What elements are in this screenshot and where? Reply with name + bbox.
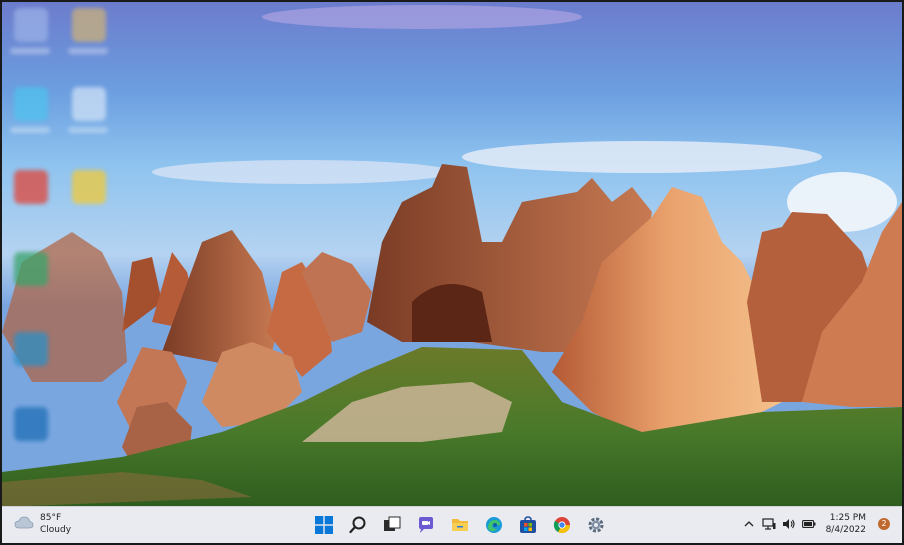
desktop-icon[interactable]: [14, 170, 48, 204]
search-button[interactable]: [345, 512, 371, 538]
desktop-icon[interactable]: [14, 8, 48, 42]
desktop-icon[interactable]: [14, 252, 48, 286]
edge-button[interactable]: [481, 512, 507, 538]
folder-icon: [452, 519, 468, 531]
teams-chat-button[interactable]: [413, 512, 439, 538]
desktop-icon[interactable]: [14, 332, 48, 366]
settings-button[interactable]: [583, 512, 609, 538]
desktop-icon[interactable]: [14, 407, 48, 441]
weather-condition: Cloudy: [40, 525, 72, 535]
cloud-icon: [14, 515, 34, 534]
notification-badge[interactable]: 2: [878, 518, 890, 530]
chevron-up-icon[interactable]: [742, 517, 756, 531]
battery-icon[interactable]: [801, 517, 816, 531]
desktop-icon[interactable]: [72, 8, 106, 42]
weather-temperature: 85°F: [40, 513, 62, 523]
desktop-wallpaper: [2, 2, 902, 507]
chrome-icon: [553, 517, 571, 534]
network-icon[interactable]: [761, 517, 776, 531]
clock-date: 8/4/2022: [825, 525, 866, 535]
windows-logo-icon: [315, 516, 333, 534]
desktop-icon-label: [68, 127, 108, 133]
desktop-icon[interactable]: [72, 170, 106, 204]
store-button[interactable]: [515, 512, 541, 538]
desktop-icon[interactable]: [14, 87, 48, 121]
file-explorer-button[interactable]: [447, 512, 473, 538]
chrome-button[interactable]: [549, 512, 575, 538]
clock-time: 1:25 PM: [829, 513, 866, 523]
taskbar-apps: [311, 512, 609, 538]
system-tray: 1:25 PM 8/4/2022 2: [742, 512, 890, 536]
desktop-icon-label: [10, 127, 50, 133]
volume-icon[interactable]: [782, 517, 796, 531]
edge-icon: [486, 517, 502, 533]
gear-icon: [588, 517, 604, 533]
desktop-screen: 85°F Cloudy 1:25 PM 8/4/2022 2: [0, 0, 904, 545]
clock[interactable]: 1:25 PM 8/4/2022: [826, 512, 866, 536]
desktop-icon-label: [10, 48, 50, 54]
desktop-icon-label: [68, 48, 108, 54]
start-button[interactable]: [311, 512, 337, 538]
taskbar: 85°F Cloudy 1:25 PM 8/4/2022 2: [2, 506, 902, 543]
desktop-icons-area: [2, 2, 117, 467]
task-view-button[interactable]: [379, 512, 405, 538]
search-icon: [349, 516, 366, 534]
teams-chat-icon: [419, 517, 433, 533]
task-view-icon: [384, 516, 401, 531]
desktop-icon[interactable]: [72, 87, 106, 121]
store-icon: [520, 516, 536, 533]
weather-widget[interactable]: 85°F Cloudy: [14, 512, 71, 536]
